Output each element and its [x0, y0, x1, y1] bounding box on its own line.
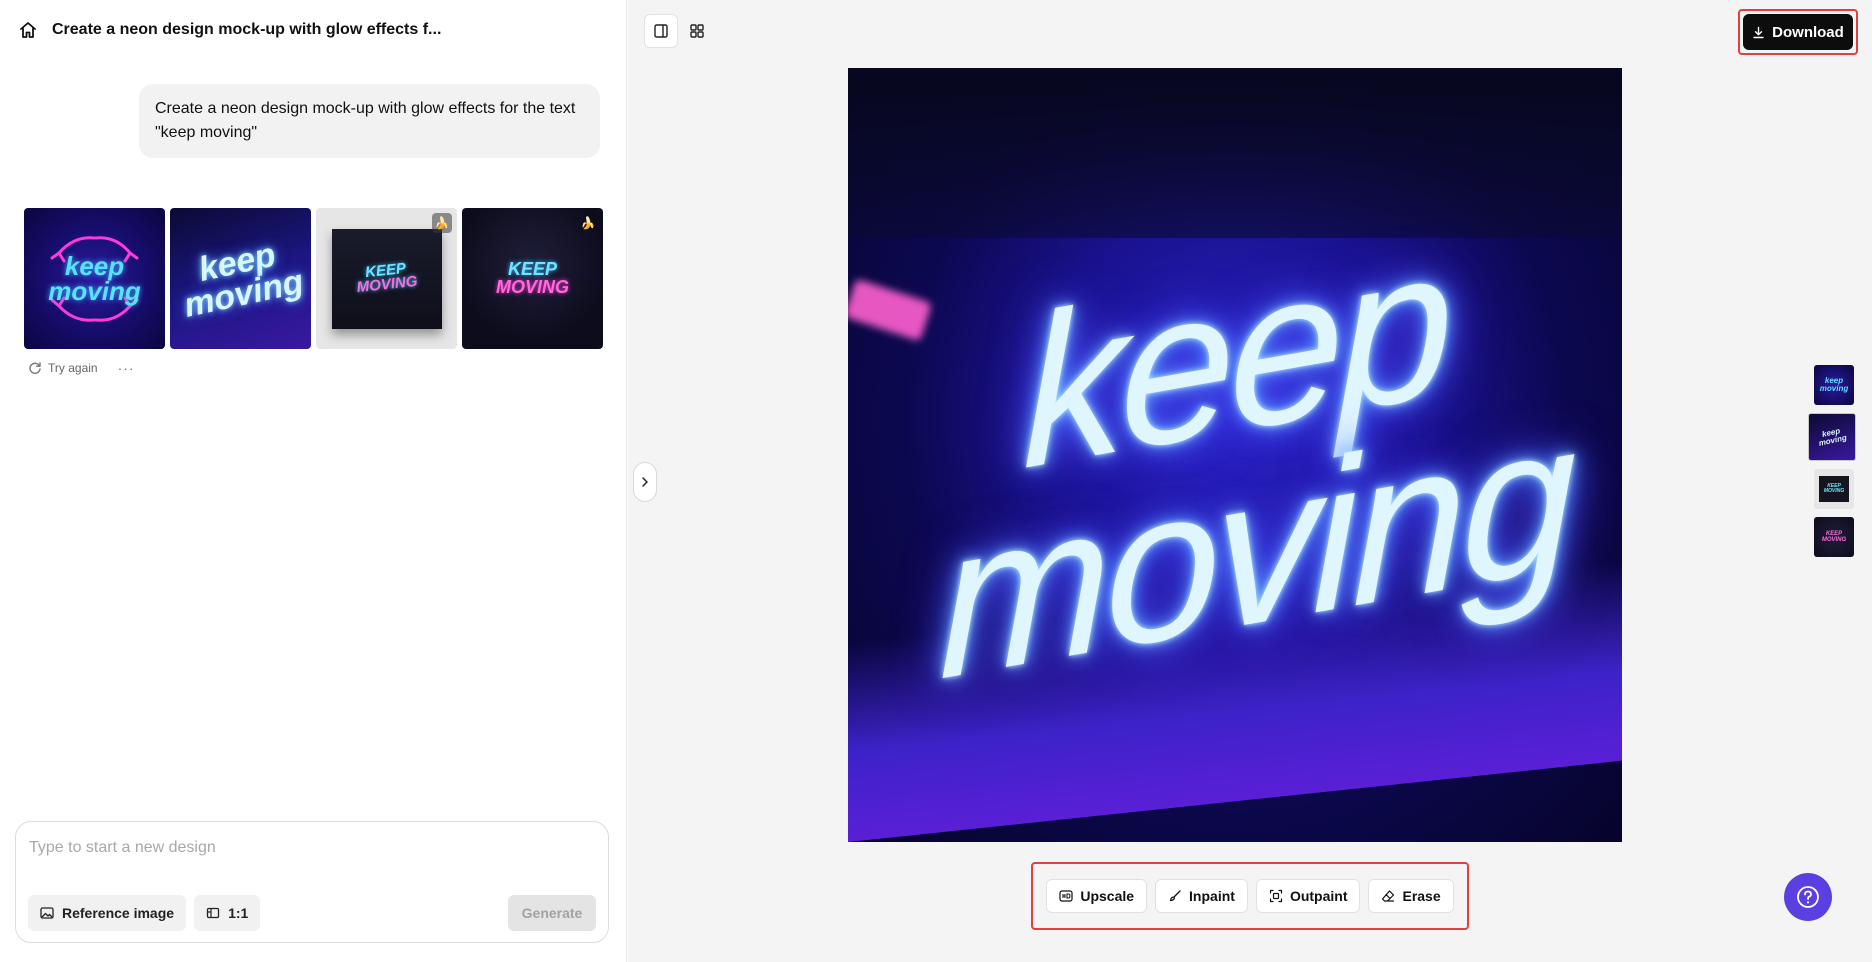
- generate-button[interactable]: Generate: [508, 895, 596, 931]
- reference-image-label: Reference image: [62, 905, 174, 921]
- thumb-line1: keep: [48, 254, 140, 279]
- download-highlight: Download: [1738, 9, 1858, 55]
- thumb-line1: KEEP: [496, 261, 569, 278]
- eraser-icon: [1381, 889, 1395, 903]
- inpaint-label: Inpaint: [1189, 888, 1235, 904]
- edit-tools-highlight: Upscale Inpaint Outpaint Erase: [1031, 862, 1469, 930]
- chat-header: Create a neon design mock-up with glow e…: [18, 18, 441, 42]
- side-thumbnail[interactable]: keep moving: [1814, 365, 1854, 405]
- collapse-panel-button[interactable]: [633, 462, 657, 502]
- aspect-ratio-label: 1:1: [228, 905, 248, 921]
- grid-view-icon: [689, 23, 705, 39]
- aspect-ratio-button[interactable]: 1:1: [194, 895, 260, 931]
- more-options-button[interactable]: ···: [118, 360, 135, 376]
- outpaint-button[interactable]: Outpaint: [1256, 879, 1361, 913]
- result-thumbnail[interactable]: KEEP MOVING 🍌: [462, 208, 603, 349]
- download-button[interactable]: Download: [1743, 14, 1853, 50]
- ratio-icon: [206, 906, 220, 920]
- page-title: Create a neon design mock-up with glow e…: [52, 21, 441, 39]
- thumb-line2: MOVING: [356, 275, 418, 296]
- single-view-icon: [653, 23, 669, 39]
- result-thumbnail[interactable]: KEEP MOVING 🍌: [316, 208, 457, 349]
- expand-icon: [1269, 889, 1283, 903]
- side-thumbnail-strip: keep moving keep moving KEEP MOVING KEEP…: [1814, 365, 1856, 557]
- design-input[interactable]: Type to start a new design: [29, 839, 216, 857]
- result-actions: Try again ···: [28, 360, 135, 376]
- erase-label: Erase: [1402, 888, 1440, 904]
- mockup-board: KEEP MOVING: [332, 229, 442, 329]
- thumb-line2: MOVING: [496, 279, 569, 296]
- refresh-icon: [28, 361, 42, 375]
- banana-badge-icon: 🍌: [432, 213, 452, 233]
- side-thumbnail[interactable]: KEEP MOVING: [1814, 469, 1854, 509]
- side-thumb-text: keep moving: [1808, 424, 1856, 449]
- download-label: Download: [1772, 24, 1844, 41]
- outpaint-label: Outpaint: [1290, 888, 1348, 904]
- result-thumbnail[interactable]: keep moving: [24, 208, 165, 349]
- reference-image-button[interactable]: Reference image: [28, 895, 186, 931]
- question-icon: [1795, 884, 1821, 910]
- grid-view-button[interactable]: [680, 14, 714, 48]
- side-thumb-text: keep moving: [1814, 377, 1854, 393]
- banana-badge-icon: 🍌: [578, 213, 598, 233]
- prompt-bubble: Create a neon design mock-up with glow e…: [139, 84, 600, 158]
- chevron-right-icon: [640, 476, 650, 488]
- upscale-label: Upscale: [1080, 888, 1134, 904]
- erase-button[interactable]: Erase: [1368, 879, 1453, 913]
- image-icon: [40, 906, 54, 920]
- side-mockup-board: KEEP MOVING: [1819, 476, 1849, 502]
- result-thumbnail[interactable]: keep moving: [170, 208, 311, 349]
- side-thumb-text: KEEP MOVING: [1819, 484, 1849, 494]
- brush-icon: [1168, 889, 1182, 903]
- home-icon[interactable]: [18, 20, 38, 40]
- upscale-button[interactable]: Upscale: [1046, 879, 1147, 913]
- single-view-button[interactable]: [644, 14, 678, 48]
- thumb-line2: moving: [48, 279, 140, 304]
- main-image[interactable]: keep moving: [848, 68, 1622, 842]
- try-again-button[interactable]: Try again: [28, 361, 98, 375]
- side-thumb-text: KEEP MOVING: [1814, 531, 1854, 543]
- composer-controls: Reference image 1:1 Generate: [28, 895, 596, 931]
- help-button[interactable]: [1784, 873, 1832, 921]
- neon-text: keep moving: [854, 68, 1616, 842]
- inpaint-button[interactable]: Inpaint: [1155, 879, 1248, 913]
- hd-icon: [1059, 890, 1073, 902]
- side-thumbnail[interactable]: KEEP MOVING: [1814, 517, 1854, 557]
- download-icon: [1752, 26, 1765, 39]
- chat-panel: Create a neon design mock-up with glow e…: [0, 0, 627, 962]
- try-again-label: Try again: [48, 361, 98, 375]
- side-thumbnail[interactable]: keep moving: [1808, 413, 1856, 461]
- composer: Type to start a new design Reference ima…: [15, 821, 609, 943]
- result-thumbnails: keep moving keep moving KEEP MOVING 🍌 KE…: [24, 208, 603, 349]
